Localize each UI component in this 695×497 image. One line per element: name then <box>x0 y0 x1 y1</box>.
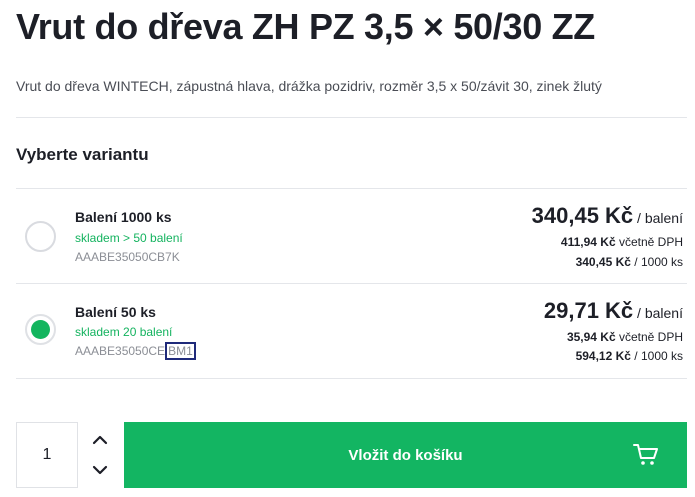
variant-option-50[interactable]: Balení 50 ks skladem 20 balení AAABE3505… <box>16 284 687 379</box>
product-description: Vrut do dřeva WINTECH, zápustná hlava, d… <box>16 78 602 94</box>
variant-price: 29,71 Kč / balení <box>544 298 683 324</box>
variant-price-vat-suffix: včetně DPH <box>615 330 683 344</box>
variant-price-vat: 35,94 Kč včetně DPH <box>567 330 683 344</box>
variant-price-value: 340,45 Kč <box>531 203 634 228</box>
variant-price-unit: / balení <box>633 305 683 321</box>
divider <box>16 117 687 118</box>
variant-price-per-value: 340,45 Kč <box>575 255 631 269</box>
variant-code: AAABE35050CB7K <box>75 250 180 264</box>
variant-stock: skladem > 50 balení <box>75 231 183 245</box>
variant-code-highlight: BM1 <box>165 342 196 360</box>
variant-price-vat-suffix: včetně DPH <box>615 235 683 249</box>
variant-price-per-1000: 594,12 Kč / 1000 ks <box>576 349 683 363</box>
variant-price-value: 29,71 Kč <box>543 298 634 323</box>
variant-name: Balení 50 ks <box>75 304 156 320</box>
variant-price-per-value: 594,12 Kč <box>575 349 631 363</box>
variant-code: AAABE35050CE BM1 <box>75 342 196 360</box>
variant-price-unit: / balení <box>633 210 683 226</box>
variant-option-1000[interactable]: Balení 1000 ks skladem > 50 balení AAABE… <box>16 189 687 284</box>
variant-code-prefix: AAABE35050CE <box>75 344 166 358</box>
add-to-cart-button[interactable]: Vložit do košíku <box>124 422 687 488</box>
product-title: Vrut do dřeva ZH PZ 3,5 × 50/30 ZZ <box>16 6 596 47</box>
variant-price: 340,45 Kč / balení <box>532 203 683 229</box>
chevron-down-icon[interactable] <box>86 456 114 484</box>
chevron-up-icon[interactable] <box>86 426 114 454</box>
divider <box>16 378 687 379</box>
radio-unchecked-icon[interactable] <box>25 221 56 252</box>
quantity-input[interactable]: 1 <box>16 422 78 488</box>
variant-stock: skladem 20 balení <box>75 325 173 339</box>
variant-price-vat-value: 411,94 Kč <box>560 235 616 249</box>
variant-name: Balení 1000 ks <box>75 209 172 225</box>
variant-price-per-suffix: / 1000 ks <box>630 255 683 269</box>
cart-icon <box>633 443 659 467</box>
variant-price-per-1000: 340,45 Kč / 1000 ks <box>576 255 683 269</box>
variant-price-vat: 411,94 Kč včetně DPH <box>561 235 683 249</box>
variants-section-title: Vyberte variantu <box>16 145 149 164</box>
variant-price-per-suffix: / 1000 ks <box>630 349 683 363</box>
variant-price-vat-value: 35,94 Kč <box>566 330 616 344</box>
add-to-cart-label: Vložit do košíku <box>348 446 463 464</box>
radio-checked-icon[interactable] <box>25 314 56 345</box>
